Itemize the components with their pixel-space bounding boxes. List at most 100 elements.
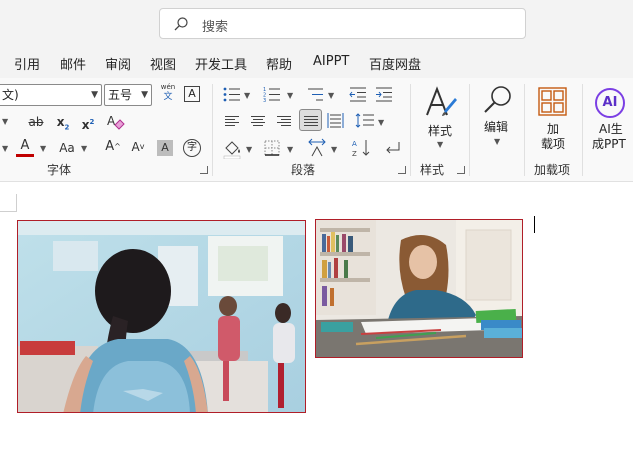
styles-group-label: 样式 xyxy=(420,163,445,177)
paragraph-marks-button[interactable] xyxy=(384,140,402,156)
ribbon: 文) ▼ 五号 ▼ wén 文 A ▼ ab x2 x2 A ▼ A ▼ Aa … xyxy=(0,78,633,182)
change-case-label: Aa xyxy=(59,141,75,155)
justify-button[interactable] xyxy=(299,109,322,131)
font-color-label: A xyxy=(20,138,30,153)
paragraph-dialog-launcher-icon[interactable] xyxy=(398,166,406,174)
margin-corner-marker xyxy=(0,194,17,212)
paragraph-group-label: 段落 xyxy=(291,163,316,177)
borders-button[interactable] xyxy=(264,140,280,156)
numbering-icon[interactable]: 1 2 3 xyxy=(263,87,281,102)
align-center-button[interactable] xyxy=(251,114,265,128)
sort-button[interactable]: A Z xyxy=(352,138,372,158)
menu-bar: 引用 邮件 审阅 视图 开发工具 帮助 AIPPT 百度网盘 xyxy=(0,48,633,78)
line-spacing-button[interactable] xyxy=(355,112,375,129)
chevron-down-icon[interactable]: ▼ xyxy=(2,117,8,126)
phonetic-guide-top: wén xyxy=(160,83,176,91)
subscript-button[interactable]: x2 xyxy=(55,115,71,134)
paint-bucket-icon xyxy=(223,141,241,160)
distributed-button[interactable] xyxy=(327,112,344,129)
change-case-button[interactable]: Aa xyxy=(57,141,77,155)
classroom-photo[interactable] xyxy=(17,220,306,413)
addins-group-label: 加载项 xyxy=(534,163,571,177)
decrease-indent-icon[interactable] xyxy=(349,87,367,102)
line-spacing-icon xyxy=(355,113,374,128)
chevron-down-icon[interactable]: ▼ xyxy=(244,91,250,100)
shrink-font-label: A xyxy=(131,140,140,154)
magnifier-icon xyxy=(484,86,511,113)
chevron-down-icon[interactable]: ▼ xyxy=(246,145,252,154)
tab-review[interactable]: 审阅 xyxy=(105,54,131,73)
multilevel-list-icon[interactable] xyxy=(306,87,324,102)
align-right-button[interactable] xyxy=(277,114,291,128)
tab-aippt[interactable]: AIPPT xyxy=(313,54,349,69)
ai-label-line1: AI生 xyxy=(599,122,623,136)
tab-mailings[interactable]: 邮件 xyxy=(60,54,86,73)
tab-help[interactable]: 帮助 xyxy=(266,54,292,73)
font-group-label: 字体 xyxy=(47,163,72,177)
editing-button-label: 编辑 xyxy=(484,120,509,134)
borders-icon xyxy=(264,140,280,156)
chevron-down-icon: ▼ xyxy=(437,140,444,149)
chevron-down-icon[interactable]: ▼ xyxy=(328,91,334,100)
tab-baidu-netdisk[interactable]: 百度网盘 xyxy=(369,54,421,73)
font-color-swatch xyxy=(16,154,34,157)
title-bar: 搜索 xyxy=(0,0,633,48)
editing-button[interactable]: 编辑 ▼ xyxy=(476,82,520,152)
addins-grid-icon xyxy=(538,87,567,116)
chevron-down-icon[interactable]: ▼ xyxy=(287,91,293,100)
styles-button-label: 样式 xyxy=(428,124,453,138)
chevron-down-icon[interactable]: ▼ xyxy=(40,144,46,153)
chevron-down-icon: ▼ xyxy=(494,137,501,146)
character-shading-button[interactable]: A xyxy=(157,140,173,156)
chevron-down-icon[interactable]: ▼ xyxy=(2,144,8,153)
chevron-down-icon[interactable]: ▼ xyxy=(378,118,384,127)
svg-text:A: A xyxy=(352,140,357,148)
character-shading-label: A xyxy=(161,141,169,154)
chevron-down-icon[interactable]: ▼ xyxy=(81,144,87,153)
font-size-value: 五号 xyxy=(108,88,133,102)
tab-references[interactable]: 引用 xyxy=(14,54,40,73)
search-icon xyxy=(174,17,188,31)
bullets-icon[interactable] xyxy=(223,87,241,102)
svg-text:Z: Z xyxy=(352,150,357,158)
strikethrough-button[interactable]: ab xyxy=(25,115,47,129)
chevron-down-icon[interactable]: ▼ xyxy=(287,145,293,154)
grow-font-button[interactable]: A^ xyxy=(103,140,123,154)
search-box[interactable]: 搜索 xyxy=(159,8,526,39)
eraser-icon: A xyxy=(107,114,125,130)
writing-girl-photo[interactable] xyxy=(315,219,523,358)
font-color-button[interactable]: A xyxy=(16,138,34,160)
character-border-button[interactable]: A xyxy=(184,86,200,102)
font-dialog-launcher-icon[interactable] xyxy=(200,166,208,174)
superscript-button[interactable]: x2 xyxy=(80,115,96,132)
superscript-mark: 2 xyxy=(89,118,95,126)
group-divider xyxy=(410,84,411,176)
chevron-down-icon: ▼ xyxy=(91,90,98,100)
increase-indent-icon[interactable] xyxy=(375,87,393,102)
phonetic-guide-button[interactable]: wén 文 xyxy=(157,83,179,107)
ai-logo-text: AI xyxy=(602,95,618,110)
chevron-down-icon[interactable]: ▼ xyxy=(331,145,337,154)
caret-up-icon: ^ xyxy=(114,142,121,151)
group-divider xyxy=(469,84,470,176)
addins-button[interactable]: 加 载项 xyxy=(530,82,576,154)
search-placeholder: 搜索 xyxy=(202,20,229,35)
group-divider xyxy=(212,84,213,176)
enclose-characters-button[interactable]: 字 xyxy=(183,139,201,157)
shading-button[interactable] xyxy=(223,139,243,160)
svg-text:3: 3 xyxy=(263,98,266,102)
align-left-button[interactable] xyxy=(225,114,239,128)
font-size-select[interactable]: 五号 ▼ xyxy=(104,84,152,106)
tab-view[interactable]: 视图 xyxy=(150,54,176,73)
return-arrow-icon xyxy=(386,142,400,154)
font-name-select[interactable]: 文) ▼ xyxy=(0,84,102,106)
shrink-font-button[interactable]: Av xyxy=(128,140,148,154)
ai-generate-ppt-button[interactable]: AI AI生 成PPT xyxy=(588,82,632,154)
text-cursor xyxy=(534,216,535,233)
tab-developer[interactable]: 开发工具 xyxy=(195,54,247,73)
clear-formatting-button[interactable]: A xyxy=(106,113,126,131)
styles-button[interactable]: 样式 ▼ xyxy=(418,82,462,152)
styles-dialog-launcher-icon[interactable] xyxy=(457,166,465,174)
addins-label-line2: 载项 xyxy=(541,137,566,151)
text-direction-button[interactable] xyxy=(307,138,327,158)
